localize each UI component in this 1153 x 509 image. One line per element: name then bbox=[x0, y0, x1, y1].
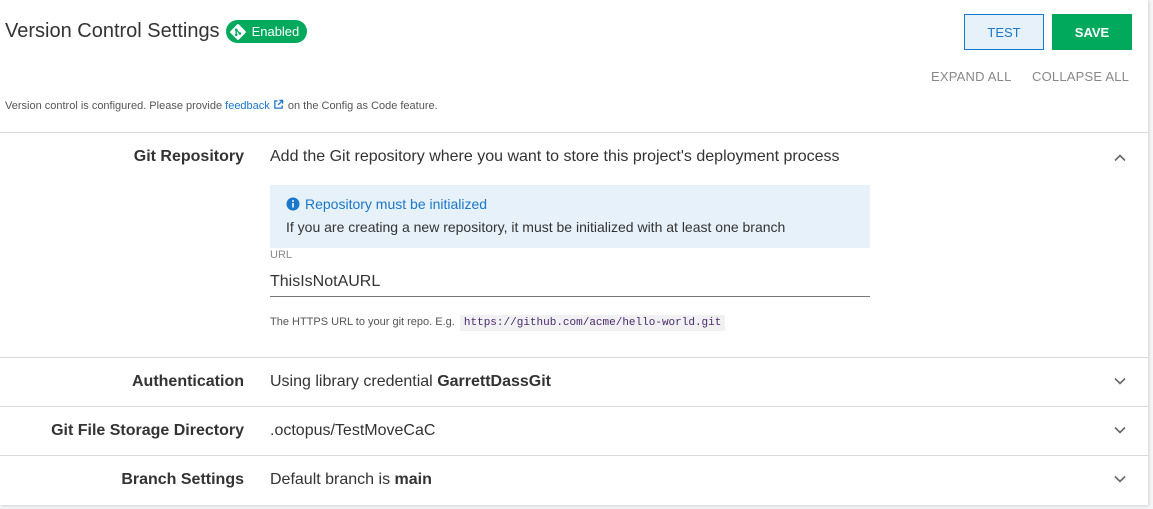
page-header: Version Control Settings Enabled bbox=[5, 20, 308, 43]
authentication-summary-prefix: Using library credential bbox=[270, 373, 433, 390]
collapse-all-button[interactable]: COLLAPSE ALL bbox=[1032, 69, 1129, 84]
default-branch-name: main bbox=[394, 471, 432, 488]
callout-title-text: Repository must be initialized bbox=[305, 196, 488, 212]
git-icon bbox=[229, 23, 246, 40]
git-repository-label: Git Repository bbox=[133, 148, 244, 165]
info-callout: Repository must be initialized If you ar… bbox=[270, 185, 870, 248]
status-badge-label: Enabled bbox=[251, 24, 300, 39]
storage-directory-label: Git File Storage Directory bbox=[51, 422, 244, 439]
status-badge: Enabled bbox=[225, 20, 308, 43]
notice-prefix: Version control is configured. Please pr… bbox=[5, 100, 223, 112]
save-button[interactable]: SAVE bbox=[1052, 14, 1132, 50]
page-title: Version Control Settings bbox=[5, 20, 220, 42]
version-control-settings-page: Version Control Settings Enabled TEST SA… bbox=[0, 0, 1148, 505]
notice-suffix: on the Config as Code feature. bbox=[287, 100, 438, 112]
authentication-label: Authentication bbox=[132, 373, 244, 390]
authentication-summary: Using library credential GarrettDassGit bbox=[270, 373, 551, 391]
branch-settings-label: Branch Settings bbox=[121, 471, 244, 488]
feedback-link[interactable]: feedback bbox=[225, 100, 270, 112]
chevron-down-icon[interactable] bbox=[1112, 471, 1128, 487]
url-hint-text: The HTTPS URL to your git repo. E.g. bbox=[270, 316, 455, 328]
config-notice: Version control is configured. Please pr… bbox=[5, 99, 438, 112]
section-divider bbox=[0, 455, 1148, 456]
storage-directory-summary: .octopus/TestMoveCaC bbox=[270, 422, 436, 439]
credential-name: GarrettDassGit bbox=[437, 373, 552, 390]
section-divider bbox=[0, 357, 1148, 358]
expand-all-button[interactable]: EXPAND ALL bbox=[931, 69, 1012, 84]
external-link-icon[interactable] bbox=[273, 99, 284, 110]
url-field-label: URL bbox=[270, 249, 293, 261]
callout-body: If you are creating a new repository, it… bbox=[286, 219, 786, 235]
branch-settings-summary: Default branch is main bbox=[270, 471, 432, 489]
section-divider bbox=[0, 406, 1148, 407]
url-input[interactable] bbox=[270, 268, 870, 297]
url-hint-example: https://github.com/acme/hello-world.git bbox=[459, 315, 726, 331]
git-repository-summary: Add the Git repository where you want to… bbox=[270, 148, 840, 165]
section-divider bbox=[0, 132, 1148, 133]
info-icon bbox=[286, 197, 300, 211]
url-hint: The HTTPS URL to your git repo. E.g. htt… bbox=[270, 315, 726, 331]
chevron-down-icon[interactable] bbox=[1112, 373, 1128, 389]
test-button[interactable]: TEST bbox=[964, 14, 1044, 50]
chevron-up-icon[interactable] bbox=[1112, 150, 1128, 166]
branch-summary-prefix: Default branch is bbox=[270, 471, 391, 488]
chevron-down-icon[interactable] bbox=[1112, 422, 1128, 438]
callout-title: Repository must be initialized bbox=[286, 196, 854, 212]
